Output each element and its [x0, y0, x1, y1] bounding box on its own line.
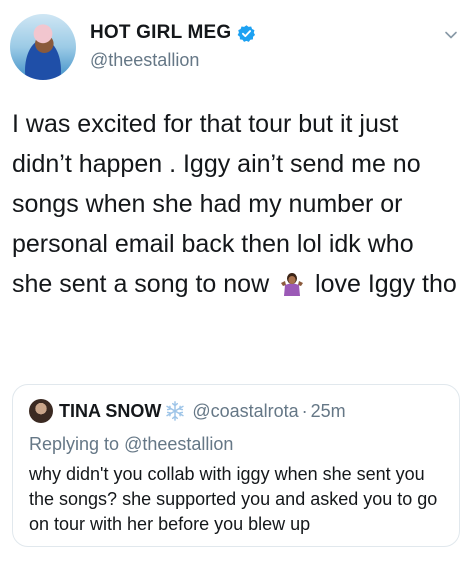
tweet-text-part-2: love Iggy tho	[315, 270, 457, 298]
snowflake-icon	[166, 401, 185, 421]
quoted-timestamp[interactable]: 25m	[311, 401, 346, 422]
quoted-avatar[interactable]	[29, 399, 53, 423]
quoted-tweet-card[interactable]: TINA SNOW @coastalrota · 25m Replying to…	[12, 384, 460, 547]
quoted-handle[interactable]: @coastalrota	[192, 401, 298, 422]
quoted-text: why didn't you collab with iggy when she…	[29, 464, 438, 534]
avatar[interactable]	[10, 14, 76, 80]
replying-mention[interactable]: @theestallion	[124, 434, 233, 454]
shrug-emoji-icon	[281, 273, 304, 296]
handle[interactable]: @theestallion	[90, 50, 199, 71]
display-name[interactable]: HOT GIRL MEG	[90, 22, 231, 44]
quoted-display-name[interactable]: TINA SNOW	[59, 401, 161, 422]
chevron-down-icon[interactable]	[444, 28, 458, 42]
tweet-text: I was excited for that tour but it just …	[12, 104, 457, 304]
author-row: HOT GIRL MEG	[90, 22, 256, 44]
quoted-author-row: TINA SNOW @coastalrota · 25m	[59, 400, 346, 422]
replying-to: Replying to @theestallion	[29, 434, 233, 455]
replying-prefix: Replying to	[29, 434, 120, 454]
separator-dot: ·	[301, 400, 308, 421]
verified-badge-icon	[238, 24, 256, 42]
